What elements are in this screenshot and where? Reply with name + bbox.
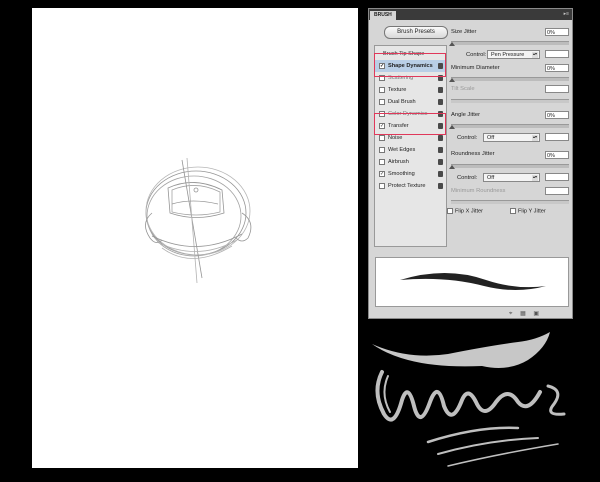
minimum-roundness-slider[interactable]: [451, 200, 569, 204]
size-jitter-slider[interactable]: [451, 41, 569, 45]
panel-bottom-toolbar: ⌖ ▦ ▣: [509, 310, 545, 318]
grid-icon[interactable]: ▦: [520, 310, 526, 317]
lock-icon[interactable]: [438, 183, 443, 189]
checkbox-icon[interactable]: [379, 75, 385, 81]
tilt-scale-slider[interactable]: [451, 99, 569, 103]
lock-icon[interactable]: [438, 171, 443, 177]
roundness-control-input[interactable]: [545, 173, 569, 181]
list-item-color-dynamics[interactable]: Color Dynamics: [375, 108, 446, 120]
checkbox-icon[interactable]: [379, 147, 385, 153]
roundness-jitter-label: Roundness Jitter: [451, 151, 495, 157]
tab-brush[interactable]: BRUSH: [370, 11, 396, 20]
angle-control-label: Control:: [457, 135, 478, 141]
tilt-scale-field[interactable]: [545, 85, 569, 93]
minimum-diameter-slider[interactable]: [451, 77, 569, 81]
angle-control-input[interactable]: [545, 133, 569, 141]
list-item-airbrush[interactable]: Airbrush: [375, 156, 446, 168]
minimum-diameter-field[interactable]: 0%: [545, 64, 569, 72]
panel-tab-bar: BRUSH ▸≡: [369, 9, 572, 20]
checkbox-icon[interactable]: [510, 208, 516, 214]
flip-x-jitter-checkbox[interactable]: Flip X Jitter: [447, 208, 483, 214]
minimum-roundness-field[interactable]: [545, 187, 569, 195]
sample-brush-strokes: [372, 332, 566, 467]
minimum-roundness-label: Minimum Roundness: [451, 188, 506, 194]
chevron-updown-icon: ▴▾: [532, 51, 538, 58]
size-control-value: Pen Pressure: [491, 52, 525, 58]
brush-stroke-preview: [375, 257, 569, 307]
lock-icon[interactable]: [438, 111, 443, 117]
new-preset-icon[interactable]: ▣: [533, 310, 539, 317]
size-control-input[interactable]: [545, 50, 569, 58]
size-jitter-field[interactable]: 0%: [545, 28, 569, 36]
brush-settings-list: Brush Tip Shape ✓ Shape Dynamics Scatter…: [374, 45, 447, 247]
size-jitter-label: Size Jitter: [451, 29, 477, 35]
chevron-updown-icon: ▴▾: [532, 134, 538, 141]
checkbox-checked-icon[interactable]: ✓: [379, 123, 385, 129]
list-item-noise[interactable]: Noise: [375, 132, 446, 144]
flip-x-label: Flip X Jitter: [455, 208, 483, 215]
slider-thumb-icon[interactable]: [449, 42, 455, 46]
slider-thumb-icon[interactable]: [449, 165, 455, 169]
angle-control-value: Off: [487, 135, 495, 141]
drawing-canvas[interactable]: [32, 8, 358, 468]
face-sketch: [145, 157, 252, 284]
lock-icon[interactable]: [438, 63, 443, 69]
flip-y-label: Flip Y Jitter: [518, 208, 546, 215]
minimum-diameter-label: Minimum Diameter: [451, 65, 500, 71]
list-item-dual-brush[interactable]: Dual Brush: [375, 96, 446, 108]
list-item-transfer[interactable]: ✓ Transfer: [375, 120, 446, 132]
list-item-texture[interactable]: Texture: [375, 84, 446, 96]
roundness-jitter-field[interactable]: 0%: [545, 151, 569, 159]
roundness-control-label: Control:: [457, 175, 478, 181]
checkbox-checked-icon[interactable]: ✓: [379, 171, 385, 177]
checkbox-icon[interactable]: [379, 99, 385, 105]
size-control-select[interactable]: Pen Pressure ▴▾: [487, 50, 540, 59]
chevron-updown-icon: ▴▾: [532, 174, 538, 181]
checkbox-icon[interactable]: [447, 208, 453, 214]
list-item-wet-edges[interactable]: Wet Edges: [375, 144, 446, 156]
list-item-protect-texture[interactable]: Protect Texture: [375, 180, 446, 192]
checkbox-icon[interactable]: [379, 87, 385, 93]
list-item-brush-tip-shape[interactable]: Brush Tip Shape: [375, 48, 446, 60]
angle-jitter-field[interactable]: 0%: [545, 111, 569, 119]
checkbox-icon[interactable]: [379, 183, 385, 189]
brush-presets-button[interactable]: Brush Presets: [384, 26, 448, 39]
roundness-jitter-slider[interactable]: [451, 164, 569, 168]
checkbox-icon[interactable]: [379, 159, 385, 165]
lock-icon[interactable]: [438, 147, 443, 153]
eye-brush-icon[interactable]: ⌖: [509, 311, 512, 318]
lock-icon[interactable]: [438, 135, 443, 141]
lock-icon[interactable]: [438, 87, 443, 93]
slider-thumb-icon[interactable]: [449, 125, 455, 129]
size-control-label: Control:: [466, 52, 487, 58]
checkbox-checked-icon[interactable]: ✓: [379, 63, 385, 69]
flip-y-jitter-checkbox[interactable]: Flip Y Jitter: [510, 208, 546, 214]
lock-icon[interactable]: [438, 75, 443, 81]
list-item-smoothing[interactable]: ✓ Smoothing: [375, 168, 446, 180]
roundness-control-value: Off: [487, 175, 495, 181]
slider-thumb-icon[interactable]: [449, 78, 455, 82]
brush-panel: BRUSH ▸≡ Brush Presets Brush Tip Shape ✓…: [368, 8, 573, 319]
lock-icon[interactable]: [438, 99, 443, 105]
roundness-control-select[interactable]: Off ▴▾: [483, 173, 540, 182]
angle-control-select[interactable]: Off ▴▾: [483, 133, 540, 142]
lock-icon[interactable]: [438, 123, 443, 129]
panel-menu-icon[interactable]: ▸≡: [564, 11, 569, 17]
list-item-shape-dynamics[interactable]: ✓ Shape Dynamics: [375, 60, 446, 72]
list-item-scattering[interactable]: Scattering: [375, 72, 446, 84]
angle-jitter-slider[interactable]: [451, 124, 569, 128]
angle-jitter-label: Angle Jitter: [451, 112, 480, 118]
checkbox-icon[interactable]: [379, 135, 385, 141]
tilt-scale-label: Tilt Scale: [451, 86, 475, 92]
stroke-preview-graphic: [400, 273, 546, 290]
checkbox-icon[interactable]: [379, 111, 385, 117]
lock-icon[interactable]: [438, 159, 443, 165]
